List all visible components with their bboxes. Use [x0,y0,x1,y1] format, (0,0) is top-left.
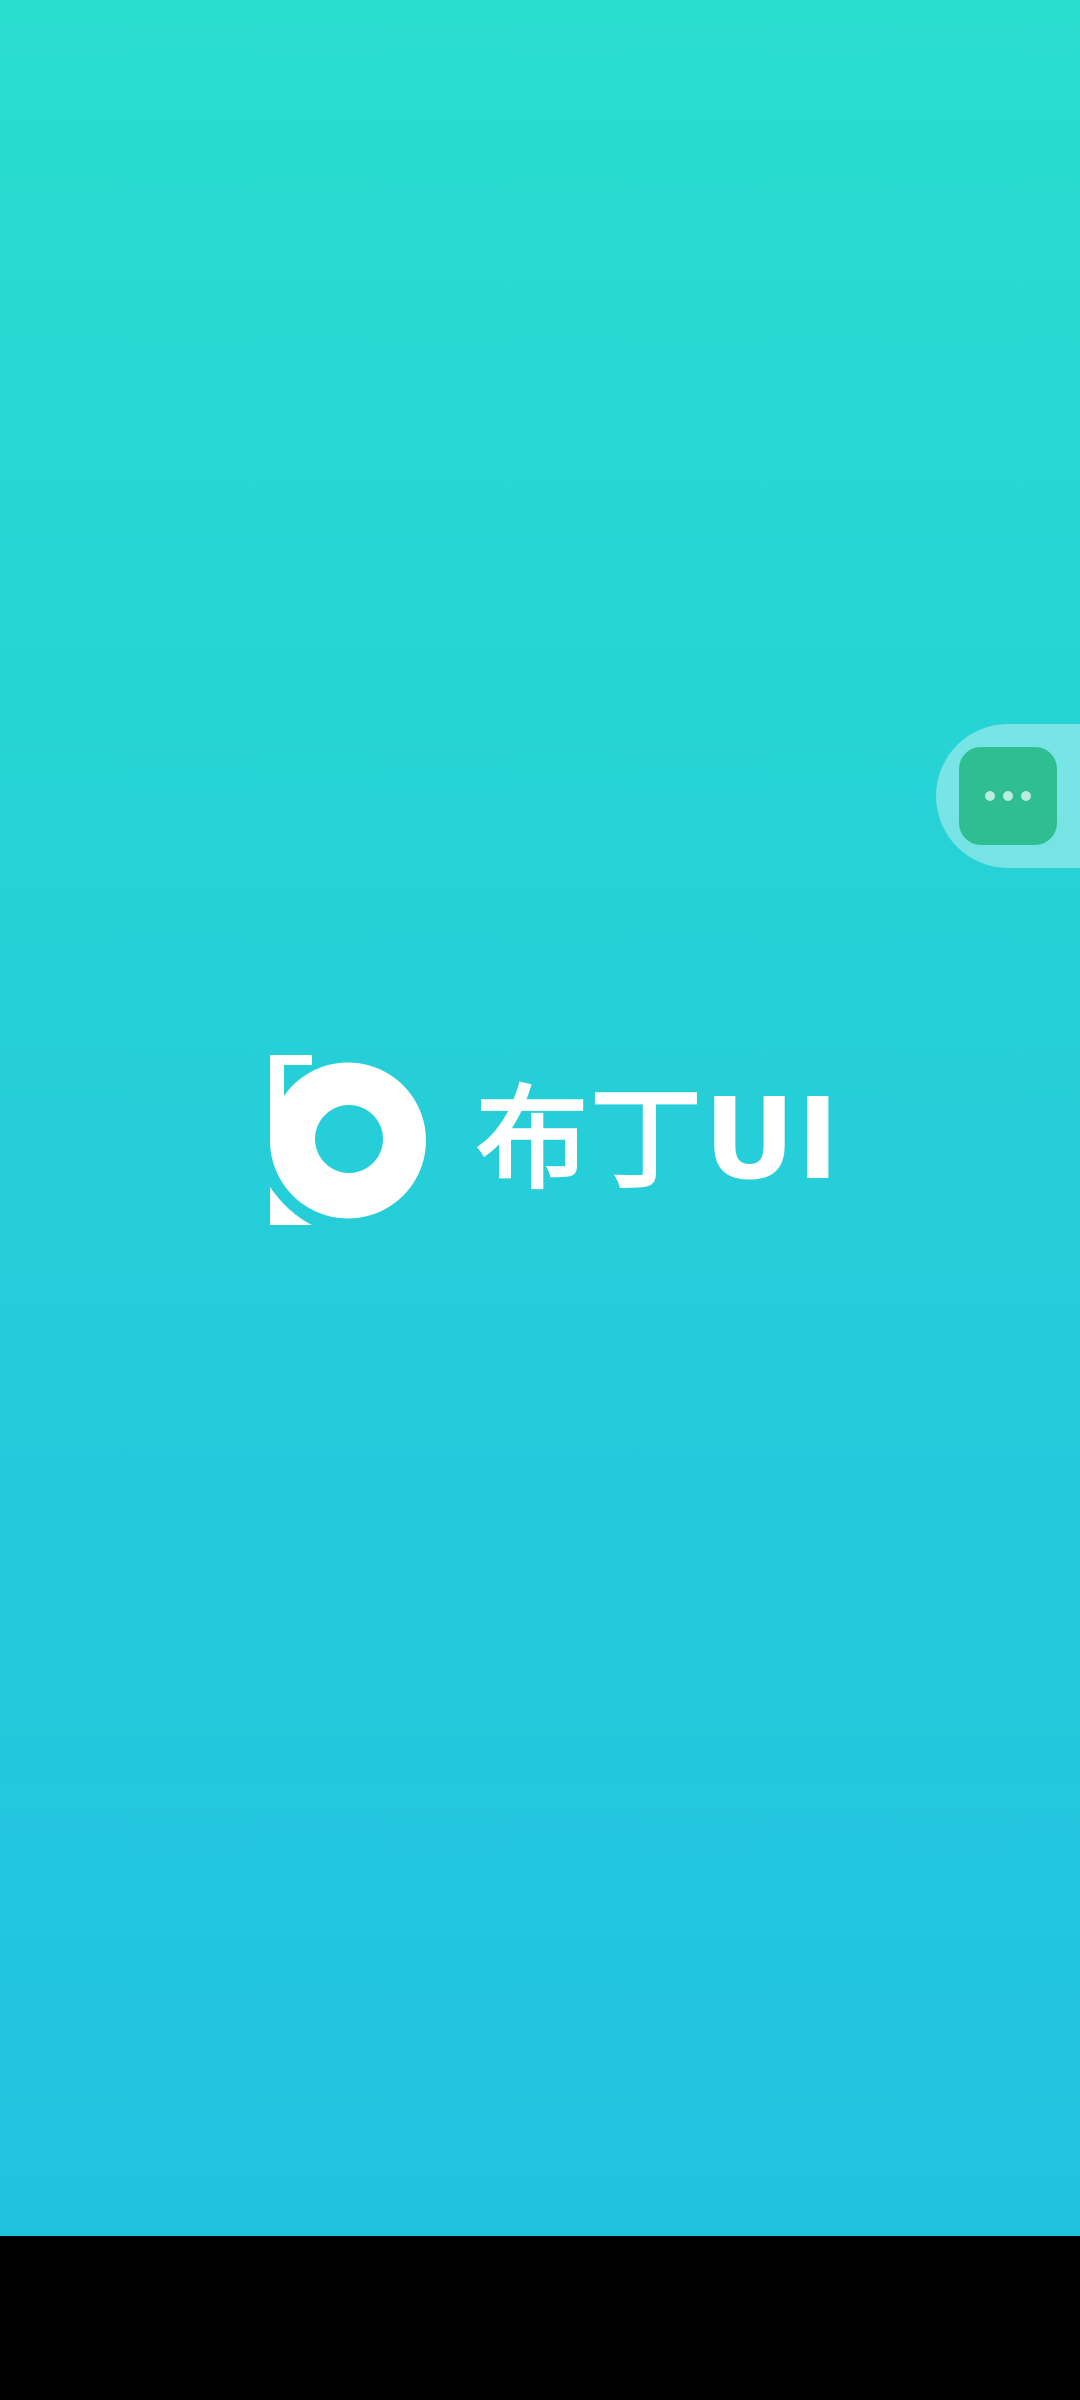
navigation-bar [0,2236,1080,2400]
pudding-b-logo-icon [270,1055,426,1225]
floating-menu-button[interactable] [936,724,1080,868]
splash-screen: 布丁UI [0,0,1080,2236]
brand-name: 布丁UI [476,1075,841,1205]
screen: 布丁UI [0,0,1080,2400]
more-horizontal-icon [959,747,1057,845]
brand-lockup: 布丁UI [270,1055,841,1225]
